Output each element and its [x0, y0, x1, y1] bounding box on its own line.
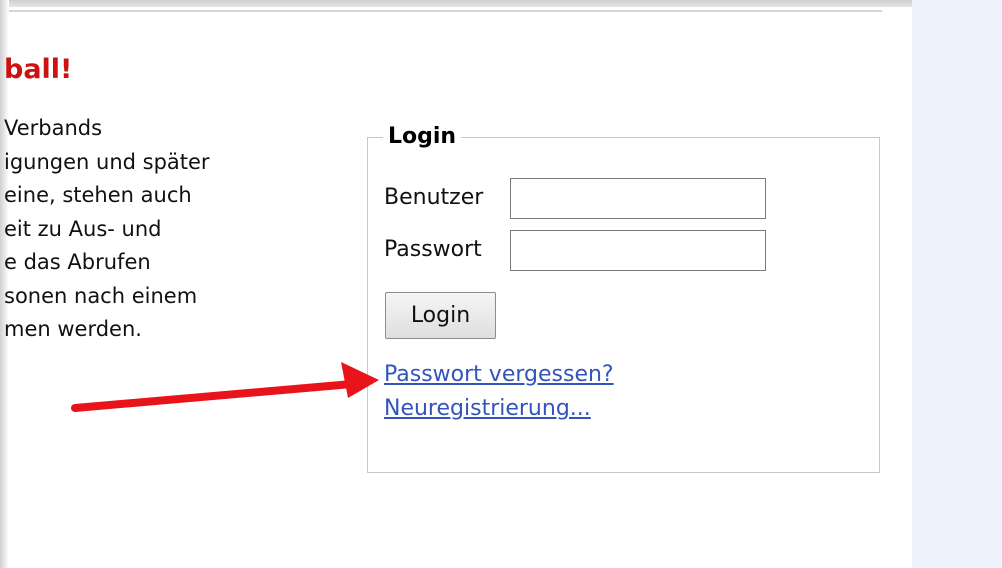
login-legend: Login	[388, 124, 457, 149]
intro-line: eit zu Aus- und	[4, 216, 162, 241]
register-link[interactable]: Neuregistrierung...	[384, 395, 591, 423]
intro-line: Verbands	[4, 116, 103, 140]
login-button[interactable]: Login	[385, 292, 496, 339]
right-side-panel	[912, 0, 1002, 568]
username-label: Benutzer	[384, 185, 484, 210]
intro-line: eine, stehen auch	[4, 183, 192, 207]
page-heading: ball!	[4, 54, 73, 85]
content-top-divider	[9, 10, 882, 12]
intro-line: men werden.	[4, 317, 142, 341]
forgot-password-link[interactable]: Passwort vergessen?	[384, 361, 614, 389]
intro-line: igungen und später	[4, 149, 210, 174]
window-top-bar	[0, 0, 1002, 7]
intro-line: sonen nach einem	[4, 283, 198, 308]
intro-text: Verbands igungen und später eine, stehen…	[4, 112, 304, 347]
username-input[interactable]	[510, 178, 766, 219]
intro-line: e das Abrufen	[4, 250, 151, 274]
password-input[interactable]	[510, 230, 766, 271]
password-label: Passwort	[384, 237, 482, 262]
